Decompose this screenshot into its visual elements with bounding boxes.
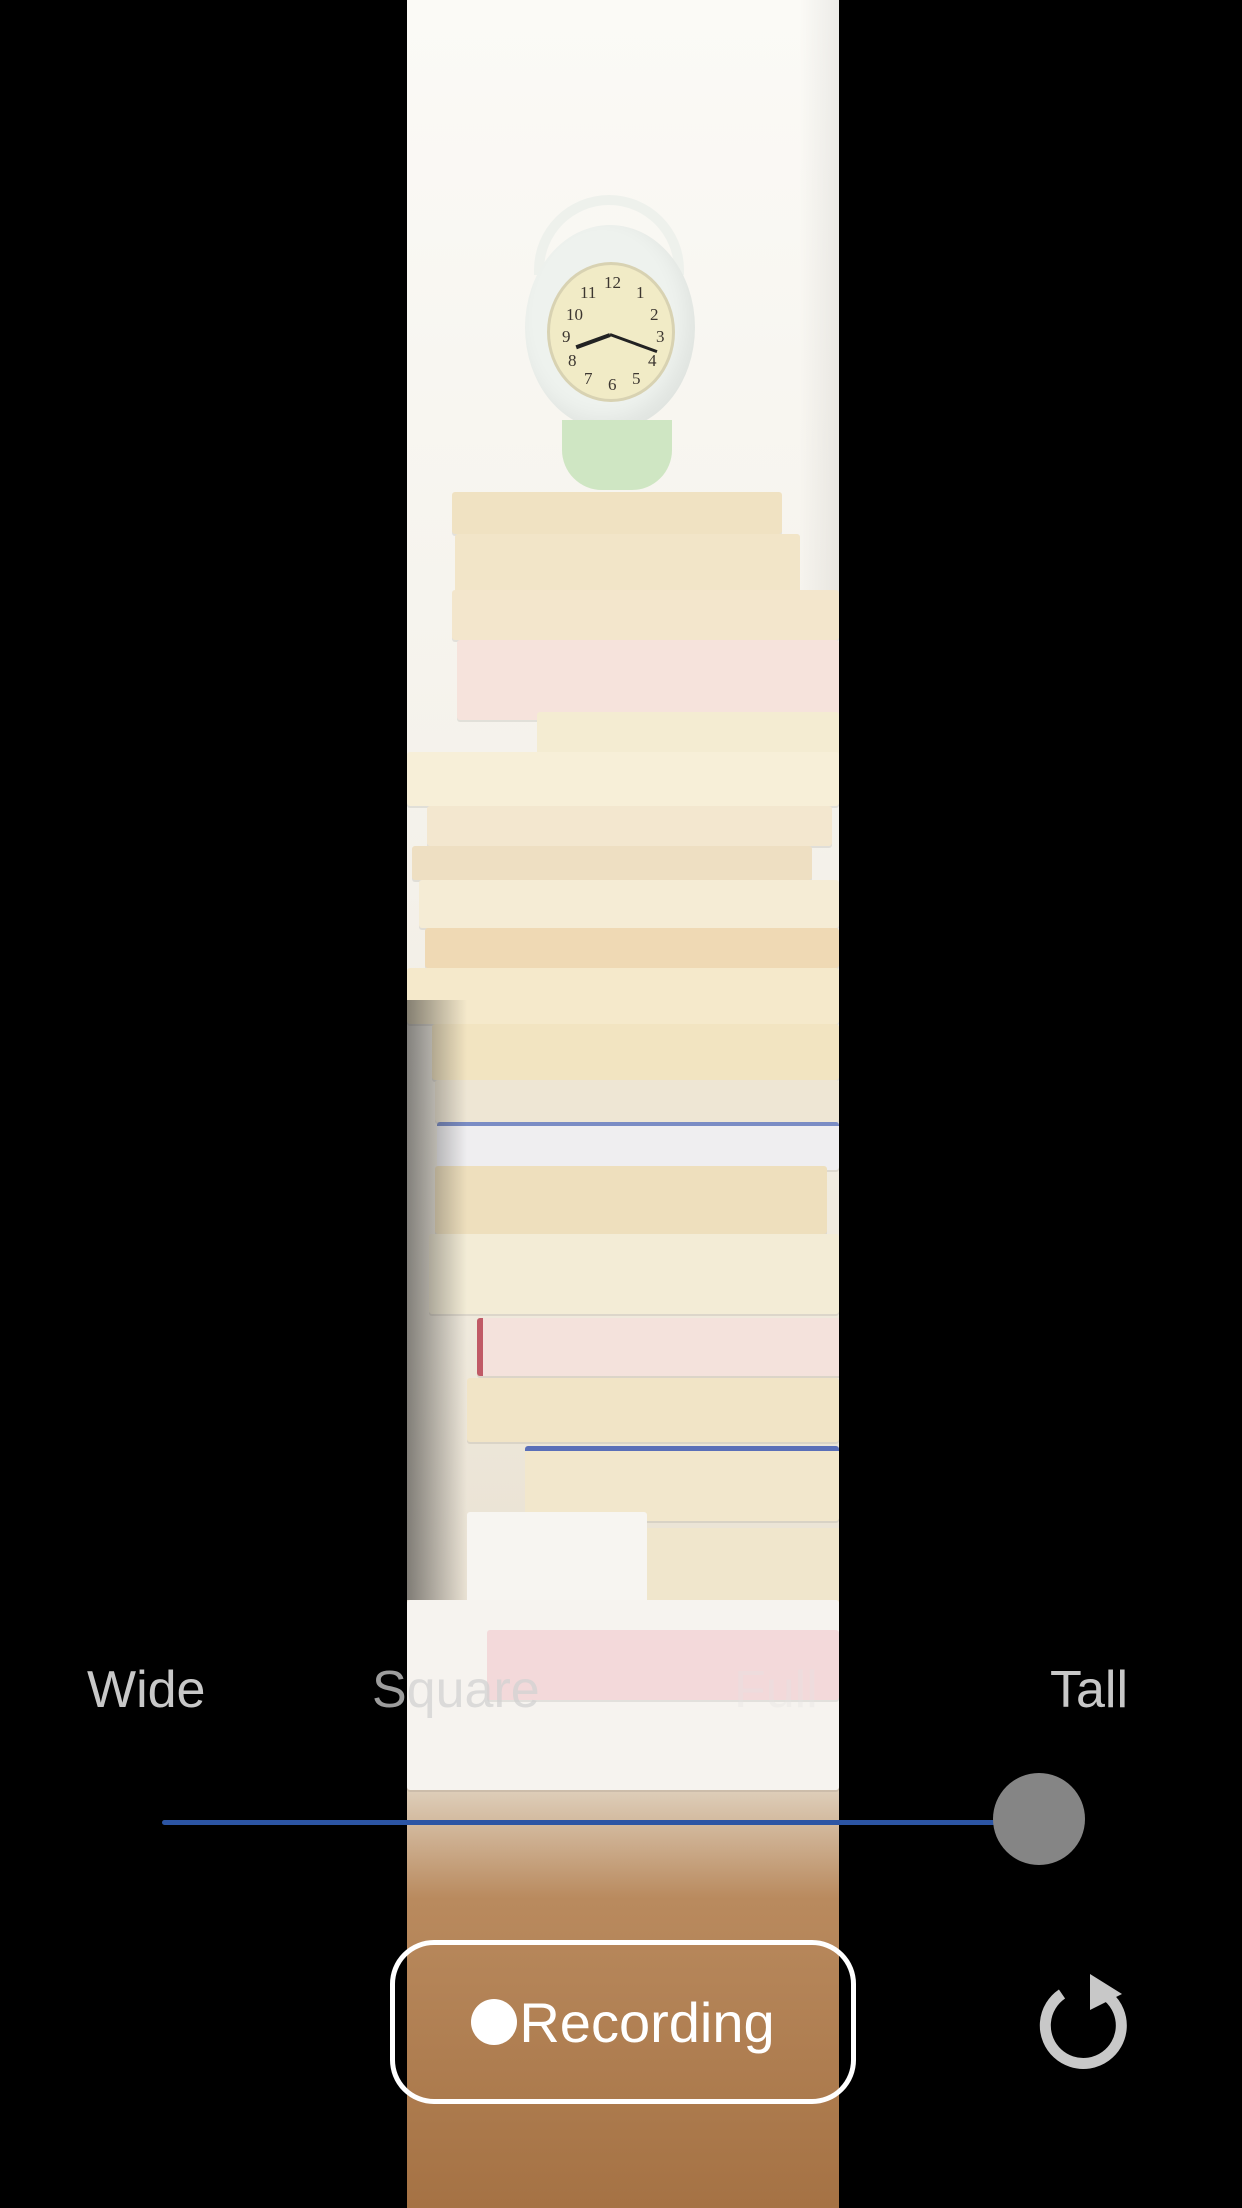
book bbox=[467, 1378, 839, 1442]
book bbox=[435, 1166, 827, 1234]
book bbox=[437, 1122, 839, 1170]
rotate-ccw-icon bbox=[1039, 1974, 1127, 2069]
camera-preview: 12 1 2 3 4 5 6 7 8 9 10 11 bbox=[407, 0, 839, 2208]
aspect-slider-track[interactable] bbox=[162, 1820, 1038, 1825]
clock-number: 1 bbox=[636, 283, 645, 302]
book bbox=[407, 752, 839, 806]
reset-button[interactable] bbox=[1032, 1972, 1132, 2072]
mode-wide[interactable]: Wide bbox=[87, 1660, 205, 1720]
clock-number: 7 bbox=[584, 369, 593, 388]
book bbox=[537, 712, 839, 756]
clock-number: 3 bbox=[656, 327, 665, 346]
clock-number: 10 bbox=[566, 305, 583, 324]
aspect-slider-thumb[interactable] bbox=[993, 1773, 1085, 1865]
book bbox=[457, 640, 839, 720]
book bbox=[412, 846, 812, 880]
clock-number: 12 bbox=[604, 273, 621, 292]
book bbox=[477, 1318, 839, 1376]
book bbox=[425, 928, 839, 968]
clock-minute-hand bbox=[609, 333, 658, 354]
record-label: Recording bbox=[519, 1990, 775, 2054]
book bbox=[432, 1024, 839, 1080]
clock-number: 6 bbox=[608, 375, 617, 394]
book bbox=[427, 806, 832, 846]
clock-number: 11 bbox=[580, 283, 597, 302]
clock-number: 4 bbox=[648, 351, 657, 370]
mode-square[interactable]: Square bbox=[372, 1660, 540, 1720]
mode-tall[interactable]: Tall bbox=[1050, 1660, 1128, 1720]
book bbox=[419, 880, 839, 928]
book bbox=[429, 1234, 839, 1314]
book bbox=[525, 1446, 839, 1521]
clock-hour-hand bbox=[575, 333, 611, 350]
clock-base bbox=[562, 420, 672, 490]
wall-shadow bbox=[799, 0, 839, 600]
clock-number: 5 bbox=[632, 369, 641, 388]
clock-number: 9 bbox=[562, 327, 571, 346]
book bbox=[435, 1080, 839, 1122]
book bbox=[452, 590, 839, 640]
clock-face: 12 1 2 3 4 5 6 7 8 9 10 11 bbox=[547, 262, 675, 402]
record-dot-icon bbox=[471, 1999, 518, 2045]
mode-full[interactable]: Full bbox=[734, 1660, 818, 1720]
floor-shadow bbox=[407, 1000, 467, 1600]
book bbox=[407, 968, 839, 1024]
clock-number: 8 bbox=[568, 351, 577, 370]
clock-number: 2 bbox=[650, 305, 659, 324]
book bbox=[452, 492, 782, 534]
record-button[interactable]: Recording bbox=[390, 1940, 856, 2104]
book bbox=[455, 534, 800, 596]
